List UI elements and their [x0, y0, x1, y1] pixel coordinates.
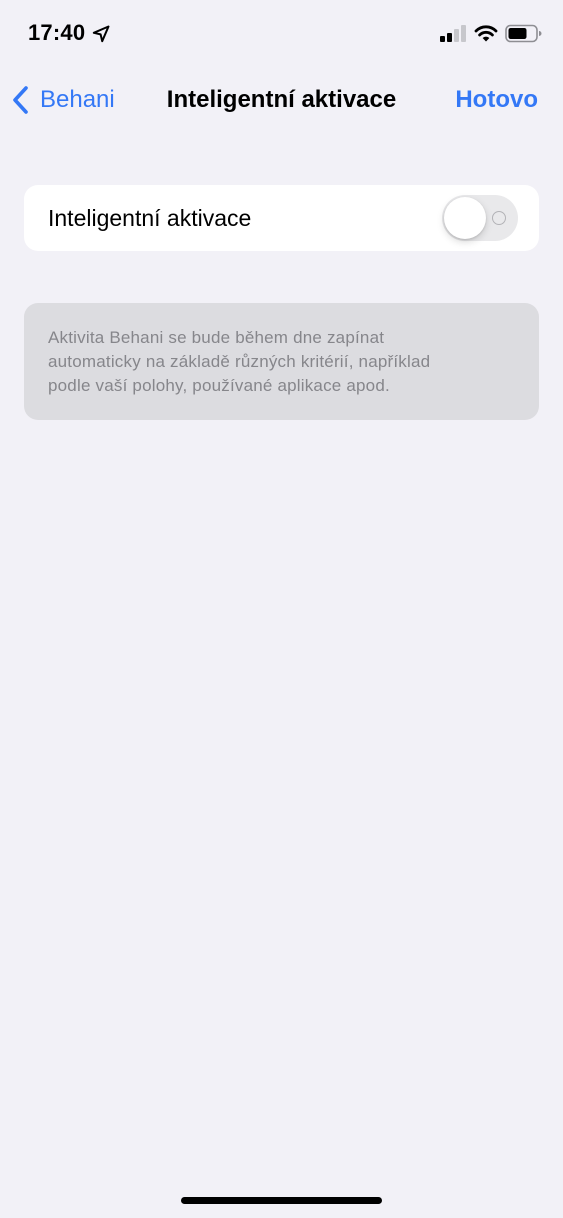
info-line: automaticky na základě různých kritérií,…: [48, 352, 431, 371]
home-indicator[interactable]: [181, 1197, 382, 1204]
info-line: podle vaší polohy, používané aplikace ap…: [48, 376, 390, 395]
wifi-icon: [474, 25, 498, 42]
info-text: Aktivita Behani se bude během dne zapína…: [48, 326, 515, 398]
back-button[interactable]: Behani: [10, 80, 115, 120]
done-button[interactable]: Hotovo: [455, 86, 538, 114]
info-line: Aktivita Behani se bude během dne zapína…: [48, 328, 385, 347]
setting-label: Inteligentní aktivace: [48, 205, 252, 231]
location-arrow-icon: [92, 25, 110, 43]
status-bar: 17:40: [0, 0, 563, 62]
back-button-label: Behani: [40, 86, 115, 113]
setting-card: Inteligentní aktivace: [24, 185, 539, 251]
toggle-off-indicator-icon: [492, 211, 506, 225]
status-time: 17:40: [28, 20, 86, 45]
toggle-knob: [444, 197, 486, 239]
chevron-left-icon: [13, 86, 28, 114]
smart-activation-toggle[interactable]: [442, 195, 518, 241]
cellular-signal-icon: [440, 25, 466, 42]
info-box: Aktivita Behani se bude během dne zapína…: [24, 303, 539, 420]
navigation-bar: Behani Inteligentní aktivace Hotovo: [0, 62, 563, 136]
battery-icon: [505, 24, 542, 43]
